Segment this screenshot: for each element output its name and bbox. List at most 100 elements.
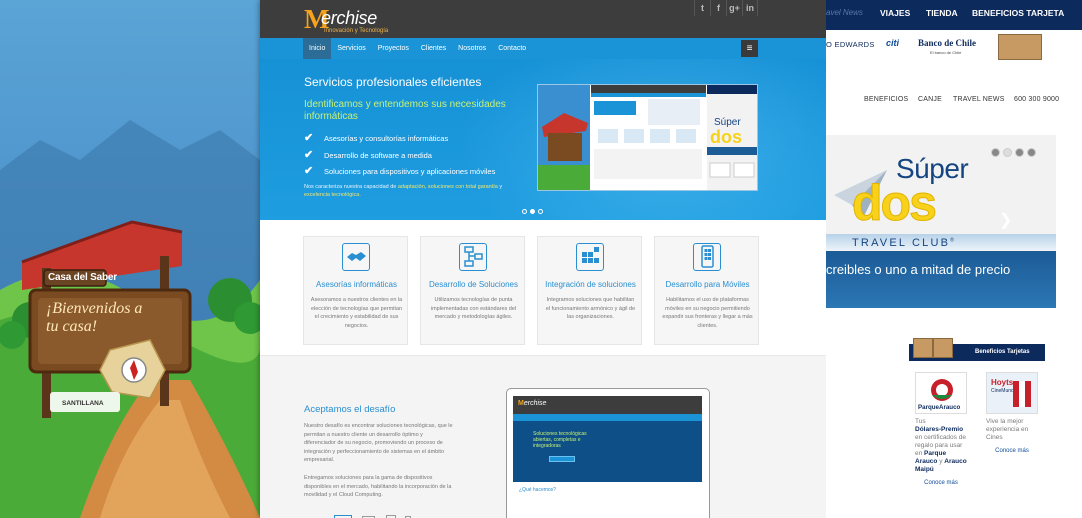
hero-check-item: ✔ Asesorías y consultorías informáticas	[304, 133, 448, 144]
banco-chile-subtitle: El banco de Chile	[930, 50, 962, 55]
feature-card[interactable]: Asesorías informáticas Asesoramos a nues…	[303, 236, 408, 345]
promo-text: Vive la mejor experiencia en Cines	[986, 418, 1029, 441]
laptop-mockup: Merchise Soluciones tecnológicas abierta…	[506, 388, 710, 518]
promo-text-strong: Dólares-Premio	[915, 426, 964, 433]
feature-text: Asesoramos a nuestros clientes en la ele…	[310, 297, 403, 329]
laptop-nav	[513, 414, 702, 421]
banner-dot[interactable]	[1027, 148, 1036, 157]
slider-dot-active[interactable]	[530, 209, 535, 214]
collage-graphic: Súper dos	[538, 85, 757, 190]
laptop-header: Merchise	[513, 396, 702, 414]
gift-box-image	[998, 34, 1042, 60]
checkmark-icon: ✔	[304, 165, 314, 177]
challenge-section: Aceptamos el desafío Nuestro desafío es …	[260, 355, 826, 518]
feature-card[interactable]: Integración de soluciones Integramos sol…	[537, 236, 642, 345]
brand-strip: O EDWARDS citi Banco de Chile El banco d…	[826, 30, 1082, 60]
conoce-mas-link[interactable]: Conoce más	[915, 480, 967, 486]
header-bar: M erchise Innovación y Tecnología t f g+…	[260, 0, 826, 38]
hero-note-highlight: adaptación, soluciones con total garantí…	[397, 184, 498, 190]
right-top-nav: avel News VIAJES TIENDA BENEFICIOS TARJE…	[826, 0, 1082, 30]
chevron-right-icon[interactable]: ❯	[999, 210, 1012, 230]
laptop-screen: Merchise Soluciones tecnológicas abierta…	[513, 396, 702, 507]
menu-travel-news[interactable]: TRAVEL NEWS	[953, 96, 1005, 103]
nav-contacto[interactable]: Contacto	[492, 38, 532, 59]
social-links: t f g+ in	[694, 0, 758, 16]
laptop-content-area: ¿Qué hacemos?	[513, 482, 702, 507]
section-paragraph: Nuestro desafío es encontrar soluciones …	[304, 423, 453, 463]
hero-check-label: Soluciones para dispositivos y aplicacio…	[324, 167, 496, 176]
feature-card[interactable]: Desarrollo para Móviles Habilitamos el u…	[654, 236, 759, 345]
hero-note-text: y	[497, 184, 503, 190]
slider-dots	[522, 209, 543, 214]
nav-inicio[interactable]: Inicio	[303, 38, 332, 59]
super-dos-banner[interactable]: Súper dos TRAVEL CLUB® creibles o uno a …	[826, 135, 1056, 308]
parque-arauco-logo-text: ParqueArauco	[918, 404, 961, 411]
countryside-illustration	[0, 120, 260, 518]
banco-chile-brand: Banco de Chile	[918, 38, 977, 48]
menu-beneficios[interactable]: BENEFICIOS	[864, 96, 908, 103]
slider-dot[interactable]	[538, 209, 543, 214]
twitter-icon[interactable]: t	[694, 0, 710, 16]
google-plus-icon[interactable]: g+	[726, 0, 742, 16]
promo-text-part: y	[939, 458, 943, 465]
linkedin-icon[interactable]: in	[742, 0, 758, 16]
registered-mark: ®	[950, 237, 957, 244]
checkmark-icon: ✔	[304, 149, 314, 161]
hoyts-logo: Hoyts CineMundo	[986, 372, 1038, 414]
nav-proyectos[interactable]: Proyectos	[372, 38, 415, 59]
feature-title: Desarrollo para Móviles	[665, 280, 750, 289]
handshake-icon	[342, 243, 370, 271]
laptop-logo-name: erchise	[523, 400, 547, 407]
slider-dot[interactable]	[522, 209, 527, 214]
laptop-headline: Soluciones tecnológicas abiertas, comple…	[533, 431, 587, 449]
screenshot-root: Casa del Saber ¡Bienvenidos a tu casa! S…	[0, 0, 1082, 518]
travel-news-link[interactable]: avel News	[826, 8, 863, 17]
promo-hoyts[interactable]: Hoyts CineMundo Vive la mejor experienci…	[986, 372, 1038, 454]
promo-text: Tus Dólares-Premio en certificados de re…	[915, 418, 967, 474]
sign-top-label: Casa del Saber	[48, 272, 117, 283]
hero-check-item: ✔ Desarrollo de software a medida	[304, 150, 432, 161]
section-paragraph: Entregamos soluciones para la gama de di…	[304, 475, 452, 498]
sign-welcome-text: ¡Bienvenidos a tu casa!	[46, 300, 143, 335]
section-title: Aceptamos el desafío	[304, 404, 396, 415]
hero-check-label: Desarrollo de software a medida	[324, 151, 432, 160]
banner-travel-club: TRAVEL CLUB®	[852, 237, 956, 249]
conoce-mas-link[interactable]: Conoce más	[986, 448, 1038, 454]
right-background-panel: avel News VIAJES TIENDA BENEFICIOS TARJE…	[826, 0, 1082, 518]
mobile-icon	[693, 243, 721, 271]
nav-servicios[interactable]: Servicios	[331, 38, 371, 59]
hero-subtitle: Identificamos y entendemos sus necesidad…	[304, 99, 506, 122]
logo-tagline: Innovación y Tecnología	[324, 28, 389, 34]
merchise-logo[interactable]: M erchise Innovación y Tecnología	[304, 4, 404, 36]
hero-note-text: Nos caracteriza nuestra capacidad de	[304, 184, 398, 190]
laptop-logo: Merchise	[518, 400, 546, 407]
hero-title: Servicios profesionales eficientes	[304, 75, 482, 89]
nav-tienda[interactable]: TIENDA	[926, 8, 958, 18]
nav-viajes[interactable]: VIAJES	[880, 8, 910, 18]
hero-check-item: ✔ Soluciones para dispositivos y aplicac…	[304, 166, 495, 177]
banner-dot-active[interactable]	[1003, 148, 1012, 157]
checkmark-icon: ✔	[304, 132, 314, 144]
hero-screenshot-collage: Súper dos	[537, 84, 758, 191]
merchise-website: M erchise Innovación y Tecnología t f g+…	[260, 0, 826, 518]
beneficios-tarjetas-label: Beneficios Tarjetas	[975, 349, 1030, 355]
hamburger-menu-icon[interactable]: ≡	[741, 40, 758, 57]
nav-clientes[interactable]: Clientes	[415, 38, 452, 59]
hero-slider: Servicios profesionales eficientes Ident…	[260, 59, 826, 220]
hero-note-highlight: excelencia tecnológica.	[304, 192, 361, 198]
feature-title: Desarrollo de Soluciones	[429, 280, 518, 289]
main-navigation: Inicio Servicios Proyectos Clientes Noso…	[260, 38, 826, 59]
feature-card[interactable]: Desarrollo de Soluciones Utilizamos tecn…	[420, 236, 525, 345]
menu-canje[interactable]: CANJE	[918, 96, 942, 103]
promo-parque-arauco[interactable]: ParqueArauco Tus Dólares-Premio en certi…	[915, 372, 967, 486]
facebook-icon[interactable]: f	[710, 0, 726, 16]
phone-number: 600 300 9000	[1014, 96, 1060, 103]
beneficios-tarjetas-header: Beneficios Tarjetas	[909, 338, 1045, 361]
banner-dot[interactable]	[991, 148, 1000, 157]
nav-beneficios-tarjeta[interactable]: BENEFICIOS TARJETA	[972, 8, 1064, 18]
edwards-brand: O EDWARDS	[826, 40, 875, 49]
nav-nosotros[interactable]: Nosotros	[452, 38, 492, 59]
banner-dot[interactable]	[1015, 148, 1024, 157]
feature-text: Habilitamos el uso de plataformas móvile…	[662, 297, 753, 329]
gift-box-icon	[933, 338, 953, 358]
